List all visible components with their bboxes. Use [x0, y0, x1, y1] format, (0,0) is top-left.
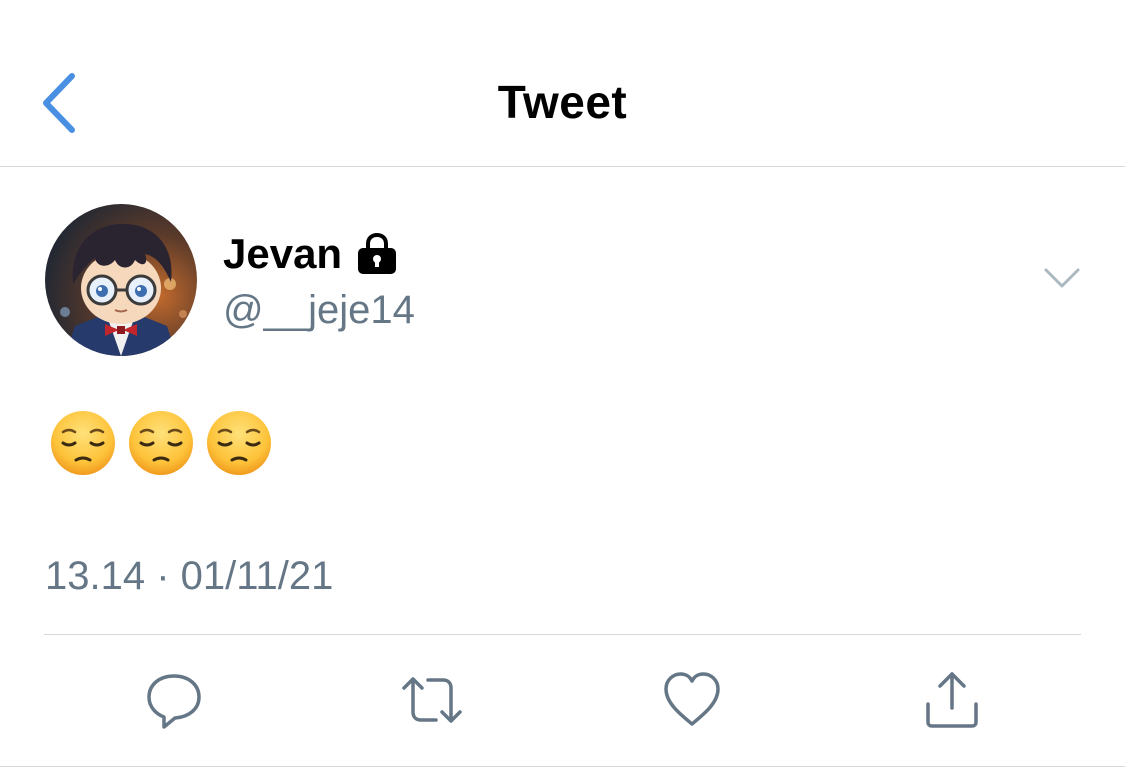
retweet-button[interactable] — [400, 668, 464, 732]
pensive-face-emoji — [50, 410, 116, 476]
tweet-timestamp: 13.14 · 01/11/21 — [45, 554, 334, 598]
heart-icon — [664, 672, 720, 726]
comment-icon — [147, 674, 201, 729]
avatar[interactable] — [45, 204, 197, 356]
chevron-down-icon — [1044, 268, 1080, 288]
display-name[interactable]: Jevan — [223, 228, 398, 280]
share-icon — [926, 672, 978, 728]
tweet-action-bar — [0, 668, 1125, 732]
pensive-face-emoji — [128, 410, 194, 476]
user-handle[interactable]: @__jeje14 — [223, 286, 415, 334]
nav-bar: Tweet — [0, 0, 1125, 167]
pensive-face-emoji — [206, 410, 272, 476]
tweet-menu-button[interactable] — [1040, 262, 1084, 296]
like-button[interactable] — [660, 668, 724, 732]
lock-icon — [356, 232, 398, 276]
divider — [44, 634, 1081, 635]
reply-button[interactable] — [142, 668, 206, 732]
tweet-text — [50, 410, 284, 476]
retweet-icon — [402, 677, 462, 723]
share-button[interactable] — [920, 668, 984, 732]
page-title: Tweet — [497, 76, 628, 128]
display-name-text: Jevan — [223, 230, 343, 277]
divider — [0, 766, 1125, 767]
